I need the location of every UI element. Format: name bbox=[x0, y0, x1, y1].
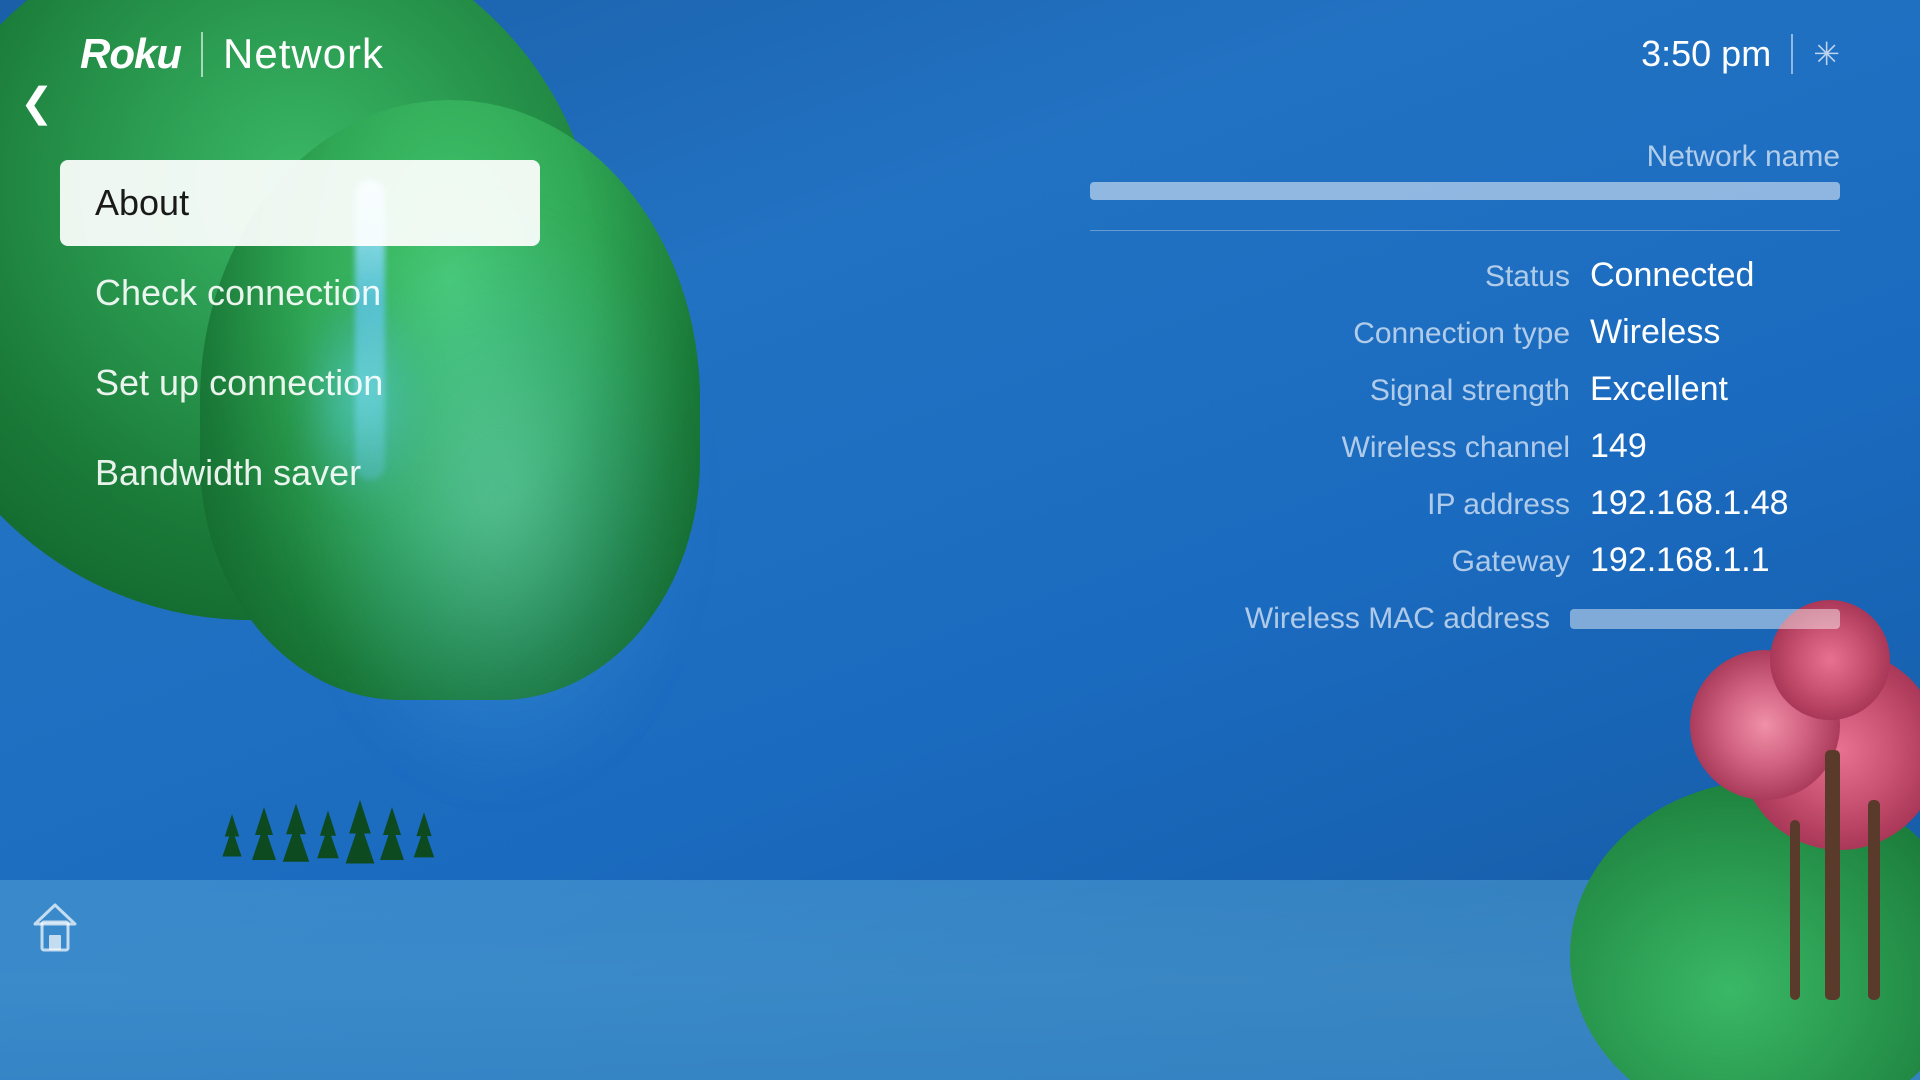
connection-type-value: Wireless bbox=[1590, 313, 1840, 352]
header-right: 3:50 pm ✳ bbox=[1641, 33, 1840, 75]
network-name-label: Network name bbox=[1090, 140, 1840, 174]
info-row-signal-strength: Signal strength Excellent bbox=[1090, 370, 1840, 409]
home-icon-area[interactable] bbox=[30, 900, 80, 960]
logo-area: Roku Network bbox=[80, 30, 384, 78]
info-panel: Network name Status Connected Connection… bbox=[1090, 140, 1840, 655]
status-label: Status bbox=[1250, 260, 1570, 294]
info-row-connection-type: Connection type Wireless bbox=[1090, 313, 1840, 352]
header: Roku Network 3:50 pm ✳ bbox=[80, 30, 1840, 78]
nav-item-setup-connection[interactable]: Set up connection bbox=[60, 340, 540, 426]
mac-address-label: Wireless MAC address bbox=[1230, 602, 1550, 636]
header-divider bbox=[1791, 34, 1793, 74]
signal-strength-label: Signal strength bbox=[1250, 374, 1570, 408]
info-divider bbox=[1090, 230, 1840, 231]
wireless-channel-value: 149 bbox=[1590, 427, 1840, 466]
ip-address-label: IP address bbox=[1250, 488, 1570, 522]
nav-item-check-connection[interactable]: Check connection bbox=[60, 250, 540, 336]
time-display: 3:50 pm bbox=[1641, 33, 1771, 75]
network-name-value-blurred bbox=[1090, 182, 1840, 200]
info-row-ip-address: IP address 192.168.1.48 bbox=[1090, 484, 1840, 523]
gateway-label: Gateway bbox=[1250, 545, 1570, 579]
wireless-channel-label: Wireless channel bbox=[1250, 431, 1570, 465]
nav-item-about[interactable]: About bbox=[60, 160, 540, 246]
logo-divider bbox=[201, 32, 203, 77]
info-row-status: Status Connected bbox=[1090, 256, 1840, 295]
mac-address-blurred bbox=[1570, 609, 1840, 629]
connection-type-label: Connection type bbox=[1250, 317, 1570, 351]
mac-address-value bbox=[1570, 598, 1840, 637]
info-row-mac-address: Wireless MAC address bbox=[1090, 598, 1840, 637]
info-row-wireless-channel: Wireless channel 149 bbox=[1090, 427, 1840, 466]
page-title: Network bbox=[223, 30, 384, 78]
ip-address-value: 192.168.1.48 bbox=[1590, 484, 1840, 523]
back-button[interactable]: ❮ bbox=[20, 80, 54, 126]
info-row-gateway: Gateway 192.168.1.1 bbox=[1090, 541, 1840, 580]
signal-icon: ✳ bbox=[1813, 35, 1840, 73]
signal-strength-value: Excellent bbox=[1590, 370, 1840, 409]
gateway-value: 192.168.1.1 bbox=[1590, 541, 1840, 580]
left-nav: About Check connection Set up connection… bbox=[60, 160, 540, 520]
nav-item-bandwidth-saver[interactable]: Bandwidth saver bbox=[60, 430, 540, 516]
status-value: Connected bbox=[1590, 256, 1840, 295]
home-icon bbox=[30, 900, 80, 955]
roku-logo: Roku bbox=[80, 30, 181, 78]
back-icon: ❮ bbox=[20, 81, 54, 125]
